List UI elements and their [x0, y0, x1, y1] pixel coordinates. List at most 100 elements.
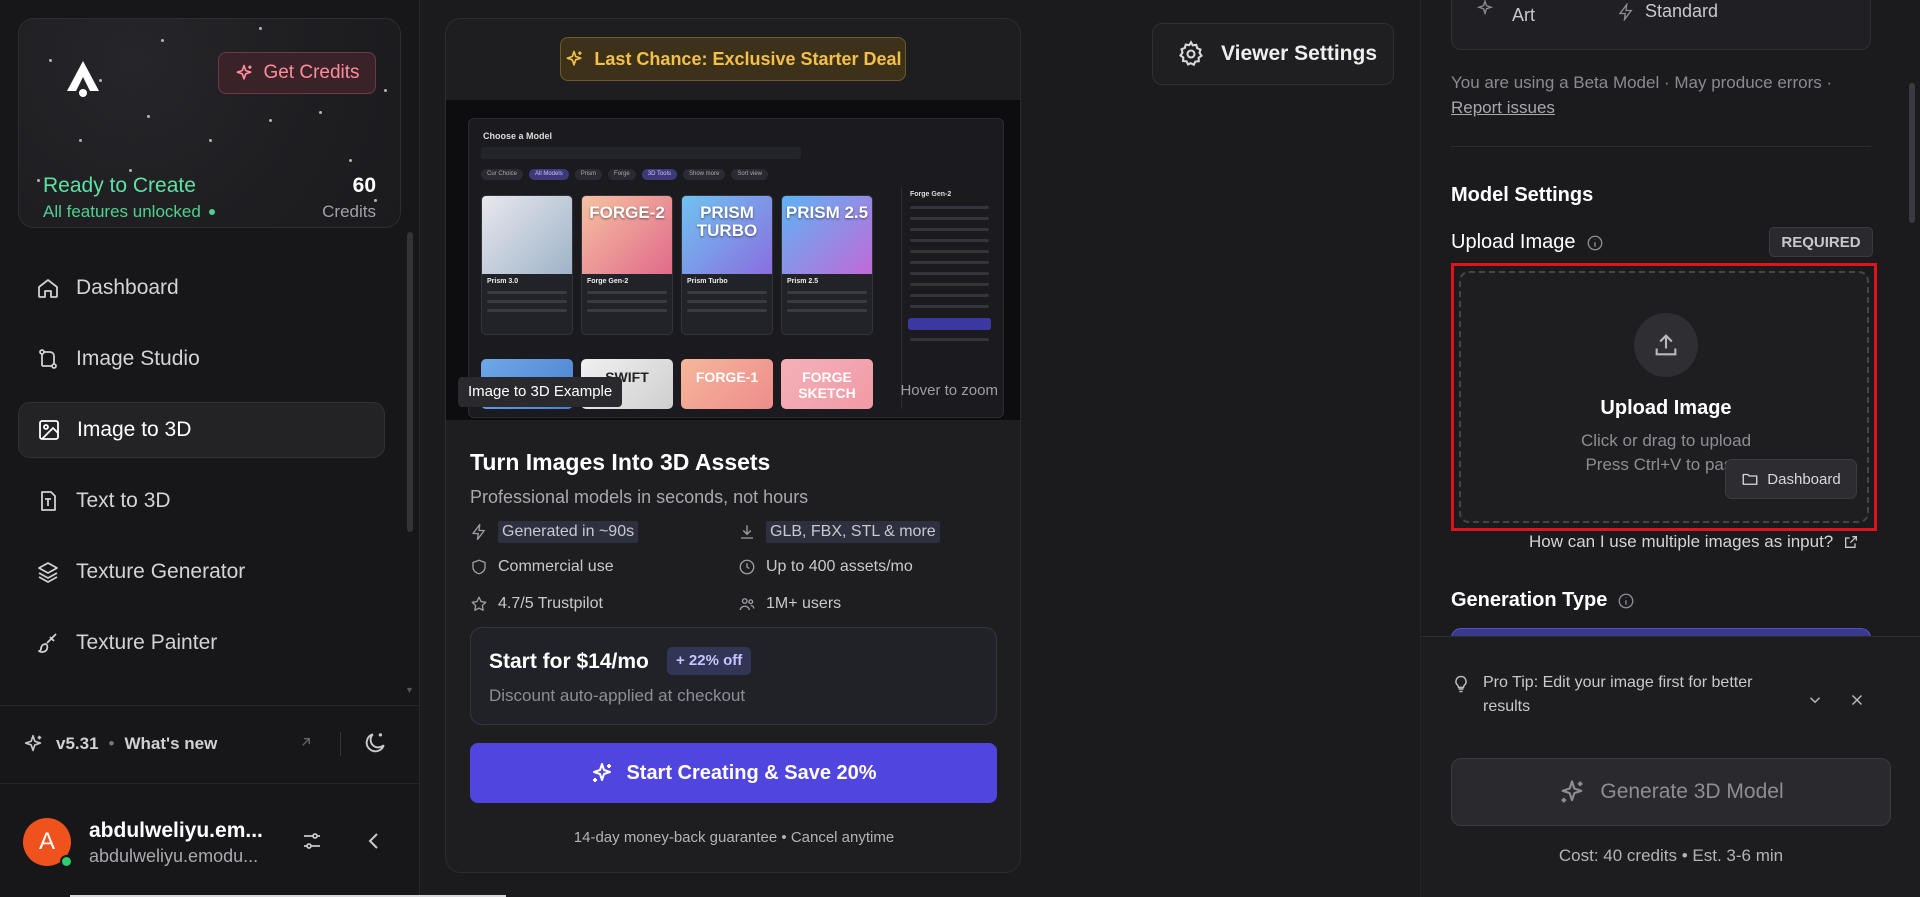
- promo-card: Last Chance: Exclusive Starter Deal Choo…: [445, 18, 1021, 873]
- whats-new-link[interactable]: What's new: [125, 734, 218, 754]
- sidebar-item-texture-painter[interactable]: Texture Painter: [18, 615, 385, 671]
- required-badge: REQUIRED: [1769, 227, 1873, 257]
- preview-card-image-text: FORGE-2: [589, 203, 665, 222]
- credits-card: Get Credits Ready to Create All features…: [18, 18, 401, 228]
- app-logo[interactable]: [57, 53, 109, 105]
- pro-tip-text: Pro Tip: Edit your image first for bette…: [1483, 674, 1753, 715]
- preview-card-image-text: FORGE-1: [695, 369, 759, 385]
- sparkle-icon: [1476, 0, 1494, 17]
- separator: •: [108, 734, 115, 753]
- preview-chip: Cur Choice: [481, 169, 524, 180]
- info-icon[interactable]: [1586, 234, 1604, 252]
- preview-model-card: Prism 3.0: [481, 195, 573, 335]
- feature-item: Commercial use: [470, 558, 614, 576]
- generate-3d-model-button[interactable]: Generate 3D Model: [1451, 758, 1891, 826]
- preview-model-card: FORGE-1: [681, 359, 773, 409]
- generate-footer: Pro Tip: Edit your image first for bette…: [1421, 636, 1920, 897]
- preview-card-name: Forge Gen-2: [587, 278, 629, 285]
- deal-banner[interactable]: Last Chance: Exclusive Starter Deal: [560, 37, 906, 81]
- status-subtitle: All features unlocked: [43, 202, 215, 222]
- promo-subtitle: Professional models in seconds, not hour…: [470, 487, 809, 507]
- sidebar-item-image-studio[interactable]: Image Studio: [18, 331, 385, 387]
- preview-card-image-text: [482, 196, 572, 204]
- scroll-down-icon[interactable]: ▼: [405, 685, 414, 695]
- preview-card-name: Prism 2.5: [787, 278, 819, 285]
- info-icon[interactable]: [1617, 592, 1635, 610]
- feature-text: GLB, FBX, STL & more: [766, 521, 940, 543]
- start-creating-button[interactable]: Start Creating & Save 20%: [470, 743, 997, 803]
- sidebar-item-label: Dashboard: [76, 276, 179, 299]
- viewer-settings-label: Viewer Settings: [1221, 42, 1378, 65]
- segment-art[interactable]: Art: [1512, 5, 1535, 26]
- sidebar-item-label: Texture Generator: [76, 560, 246, 583]
- status-dot: [208, 209, 215, 215]
- sidebar-item-image-to-3d[interactable]: Image to 3D: [18, 402, 385, 458]
- user-profile[interactable]: A abdulweliyu.em... abdulweliyu.emodu...: [22, 815, 402, 871]
- collapse-sidebar-icon[interactable]: [362, 829, 386, 853]
- panel-scrollbar[interactable]: [1909, 83, 1915, 223]
- get-credits-button[interactable]: Get Credits: [218, 52, 376, 94]
- preview-chip: Prism: [574, 169, 603, 180]
- preview-card-image-text: [481, 359, 573, 369]
- upload-image-label-text: Upload Image: [1451, 231, 1576, 253]
- preview-model-card: FORGE SKETCH: [781, 359, 873, 409]
- get-credits-label: Get Credits: [263, 62, 360, 83]
- close-icon[interactable]: [1848, 691, 1866, 709]
- feature-text: 4.7/5 Trustpilot: [498, 595, 603, 612]
- chevron-down-icon[interactable]: [1806, 691, 1824, 709]
- viewer-settings-button[interactable]: Viewer Settings: [1152, 23, 1394, 85]
- sidebar-item-label: Image Studio: [76, 347, 200, 370]
- preview-chip: Show more: [682, 169, 726, 180]
- sidebar-item-label: Texture Painter: [76, 631, 218, 654]
- sidebar-item-label: Text to 3D: [76, 489, 171, 512]
- dashboard-import-button[interactable]: Dashboard: [1725, 459, 1857, 499]
- style-segment: Art Standard: [1451, 0, 1871, 50]
- image-to-3d-icon: [37, 418, 61, 442]
- feature-text: Up to 400 assets/mo: [766, 558, 913, 575]
- preview-card-image-text: PRISM TURBO: [696, 203, 758, 240]
- discount-badge: + 22% off: [667, 647, 752, 675]
- segment-standard-label: Standard: [1645, 1, 1719, 21]
- divider: [0, 705, 419, 706]
- upload-icon: [1634, 313, 1698, 377]
- example-preview[interactable]: Choose a Model Cur Choice All Models Pri…: [446, 100, 1020, 420]
- sidebar-item-dashboard[interactable]: Dashboard: [18, 260, 385, 316]
- preview-chips: Cur Choice All Models Prism Forge 3D Too…: [481, 169, 769, 180]
- lightbulb-icon: [1451, 674, 1471, 694]
- dashboard-button-label: Dashboard: [1767, 470, 1841, 488]
- preview-chip: 3D Tools: [641, 169, 677, 180]
- price-note: Discount auto-applied at checkout: [489, 686, 746, 705]
- segment-standard[interactable]: Standard: [1617, 1, 1718, 22]
- user-name: abdulweliyu.em...: [89, 819, 263, 842]
- folder-icon: [1741, 470, 1759, 488]
- preview-card-image-text: PRISM 2.5: [785, 203, 869, 222]
- feature-item: GLB, FBX, STL & more: [738, 521, 940, 543]
- guarantee-text: 14-day money-back guarantee • Cancel any…: [573, 829, 895, 846]
- generation-type-label: Generation Type: [1451, 589, 1635, 612]
- feature-item: 1M+ users: [738, 595, 841, 613]
- sidebar-item-text-to-3d[interactable]: Text to 3D: [18, 473, 385, 529]
- hover-zoom-hint: Hover to zoom: [900, 382, 998, 399]
- text-to-3d-icon: [36, 489, 60, 513]
- upload-image-label: Upload Image: [1451, 231, 1604, 254]
- preview-card-name: Prism 3.0: [487, 278, 519, 285]
- version-row[interactable]: v5.31 • What's new: [22, 730, 400, 758]
- sidebar: Get Credits Ready to Create All features…: [0, 0, 420, 897]
- preview-chip: All Models: [529, 169, 569, 180]
- user-email: abdulweliyu.emodu...: [89, 846, 259, 866]
- deal-label: Last Chance: Exclusive Starter Deal: [594, 48, 902, 69]
- theme-toggle-icon[interactable]: [362, 730, 388, 756]
- multiple-images-link[interactable]: How can I use multiple images as input?: [1529, 532, 1859, 552]
- upload-dropzone[interactable]: Upload Image Click or drag to upload Pre…: [1459, 271, 1869, 523]
- preview-search: [481, 147, 801, 159]
- home-icon: [36, 276, 60, 300]
- generate-label: Generate 3D Model: [1600, 780, 1784, 803]
- sliders-icon[interactable]: [300, 829, 324, 853]
- bolt-icon: [470, 523, 488, 541]
- sidebar-scrollbar[interactable]: [407, 232, 413, 532]
- report-issues-link[interactable]: Report issues: [1451, 98, 1555, 117]
- generation-type-text: Generation Type: [1451, 589, 1608, 611]
- sidebar-nav: Dashboard Image Studio Image to 3D Text …: [18, 260, 385, 686]
- version-label: v5.31: [56, 734, 99, 753]
- sidebar-item-texture-generator[interactable]: Texture Generator: [18, 544, 385, 600]
